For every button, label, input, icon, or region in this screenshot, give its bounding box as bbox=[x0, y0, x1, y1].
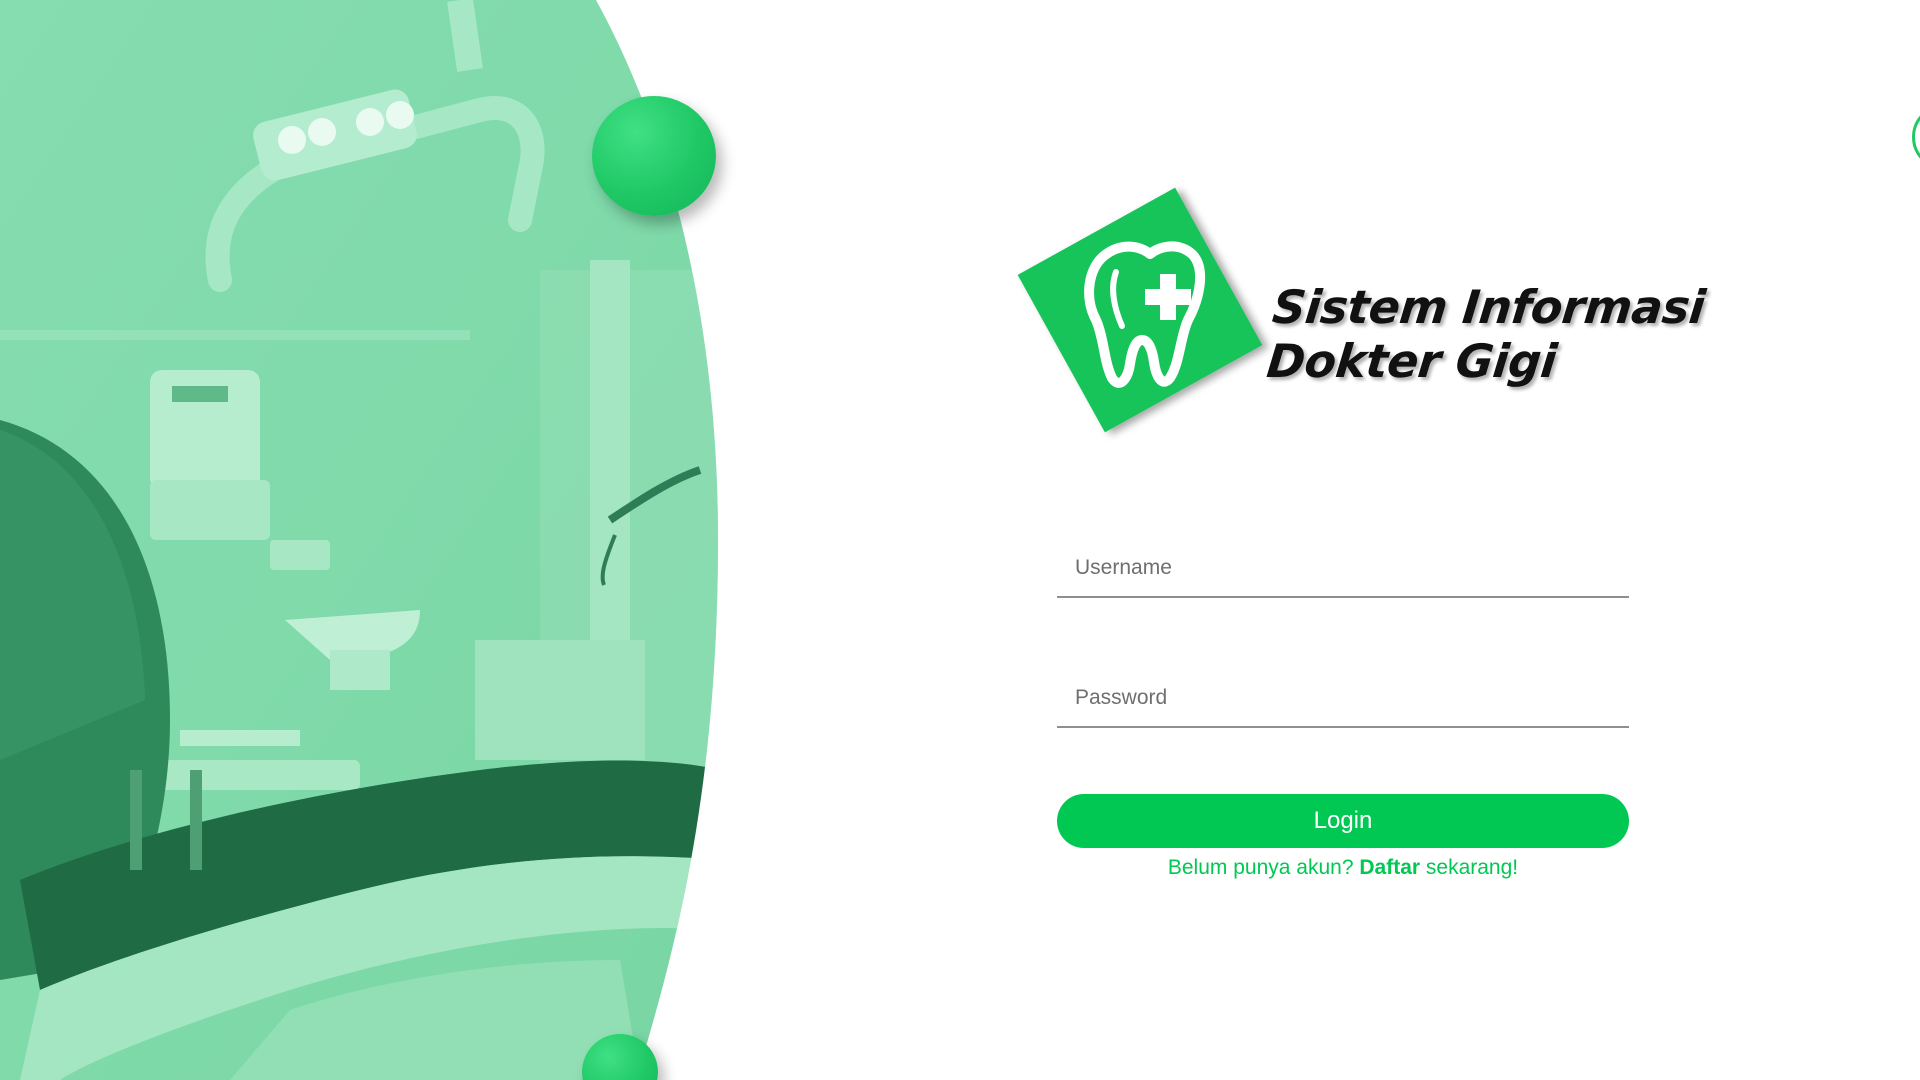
register-suffix: sekarang! bbox=[1425, 856, 1519, 879]
decorative-circle bbox=[592, 96, 716, 216]
username-field-wrapper bbox=[1057, 540, 1629, 598]
password-field-wrapper bbox=[1057, 670, 1629, 728]
register-prefix: Belum punya akun? bbox=[1167, 856, 1354, 879]
login-form: Login Belum punya akun? Daftar sekarang! bbox=[1057, 540, 1629, 880]
password-input[interactable] bbox=[1057, 670, 1629, 726]
register-link[interactable]: Daftar bbox=[1359, 856, 1420, 879]
username-input[interactable] bbox=[1057, 540, 1629, 596]
register-prompt: Belum punya akun? Daftar sekarang! bbox=[1057, 856, 1629, 880]
app-title-line1: Sistem Informasi bbox=[1270, 280, 1708, 334]
decorative-circle bbox=[1912, 104, 1920, 170]
decorative-circle bbox=[582, 1034, 658, 1080]
login-page: Sistem Informasi Dokter Gigi Login Belum… bbox=[0, 0, 1920, 1080]
app-logo: Sistem Informasi Dokter Gigi bbox=[1010, 180, 1707, 450]
dental-clinic-photo bbox=[0, 0, 718, 1080]
login-button[interactable]: Login bbox=[1057, 794, 1629, 848]
tooth-plus-logo-icon bbox=[1017, 187, 1263, 433]
app-title-line2: Dokter Gigi bbox=[1264, 334, 1559, 388]
app-title: Sistem Informasi Dokter Gigi bbox=[1264, 280, 1707, 388]
